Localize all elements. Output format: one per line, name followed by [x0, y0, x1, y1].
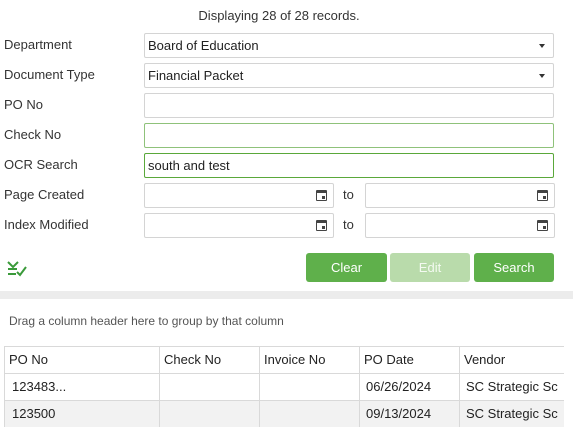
ocr-search-input[interactable]: south and test [144, 153, 554, 178]
cell-invoice-no [259, 401, 359, 427]
index-modified-to-label: to [343, 217, 354, 232]
cell-po-date: 09/13/2024 [359, 401, 459, 427]
page-created-label: Page Created [4, 187, 85, 202]
document-type-row: Document Type Financial Packet [0, 63, 560, 89]
index-modified-label: Index Modified [4, 217, 89, 232]
document-type-label: Document Type [4, 67, 95, 82]
cell-check-no [159, 401, 259, 427]
column-header-po-no[interactable]: PO No [4, 347, 159, 374]
document-type-select[interactable]: Financial Packet [144, 63, 554, 88]
index-modified-row: Index Modified to [0, 213, 560, 239]
column-header-po-date[interactable]: PO Date [359, 347, 459, 374]
po-no-row: PO No [0, 93, 560, 119]
table-row[interactable]: 123500 09/13/2024 SC Strategic Sc [4, 401, 564, 427]
column-header-check-no[interactable]: Check No [159, 347, 259, 374]
grid-header-row: PO No Check No Invoice No PO Date Vendor [4, 347, 564, 374]
cell-vendor: SC Strategic Sc [459, 401, 564, 427]
po-no-label: PO No [4, 97, 44, 112]
cell-invoice-no [259, 374, 359, 401]
index-modified-from-input[interactable] [144, 213, 334, 238]
calendar-icon[interactable] [316, 220, 327, 231]
check-no-row: Check No [0, 123, 560, 149]
calendar-icon[interactable] [316, 190, 327, 201]
cell-vendor: SC Strategic Sc [459, 374, 564, 401]
edit-button[interactable]: Edit [390, 253, 470, 282]
column-header-vendor[interactable]: Vendor [459, 347, 564, 374]
chevron-down-icon [539, 74, 545, 78]
search-button[interactable]: Search [474, 253, 554, 282]
group-by-drop-area[interactable]: Drag a column header here to group by th… [9, 314, 284, 328]
column-header-invoice-no[interactable]: Invoice No [259, 347, 359, 374]
page-created-to-label: to [343, 187, 354, 202]
page-created-from-input[interactable] [144, 183, 334, 208]
clear-button[interactable]: Clear [306, 253, 387, 282]
cell-check-no [159, 374, 259, 401]
po-no-input[interactable] [144, 93, 554, 118]
ocr-search-label: OCR Search [4, 157, 78, 172]
checklist-icon[interactable] [6, 257, 28, 277]
document-type-value: Financial Packet [148, 68, 244, 83]
department-value: Board of Education [148, 38, 259, 53]
chevron-down-icon [539, 44, 545, 48]
page-created-row: Page Created to [0, 183, 560, 209]
cell-po-no: 123483... [4, 374, 159, 401]
calendar-icon[interactable] [537, 220, 548, 231]
check-no-label: Check No [4, 127, 62, 142]
section-divider [0, 291, 573, 299]
records-count: Displaying 28 of 28 records. [198, 8, 360, 23]
cell-po-date: 06/26/2024 [359, 374, 459, 401]
calendar-icon[interactable] [537, 190, 548, 201]
department-select[interactable]: Board of Education [144, 33, 554, 58]
department-label: Department [4, 37, 72, 52]
results-grid: PO No Check No Invoice No PO Date Vendor… [4, 346, 564, 427]
ocr-search-row: OCR Search south and test [0, 153, 560, 179]
department-row: Department Board of Education [0, 33, 560, 59]
index-modified-to-input[interactable] [365, 213, 555, 238]
cell-po-no: 123500 [4, 401, 159, 427]
table-row[interactable]: 123483... 06/26/2024 SC Strategic Sc [4, 374, 564, 401]
check-no-input[interactable] [144, 123, 554, 148]
page-created-to-input[interactable] [365, 183, 555, 208]
